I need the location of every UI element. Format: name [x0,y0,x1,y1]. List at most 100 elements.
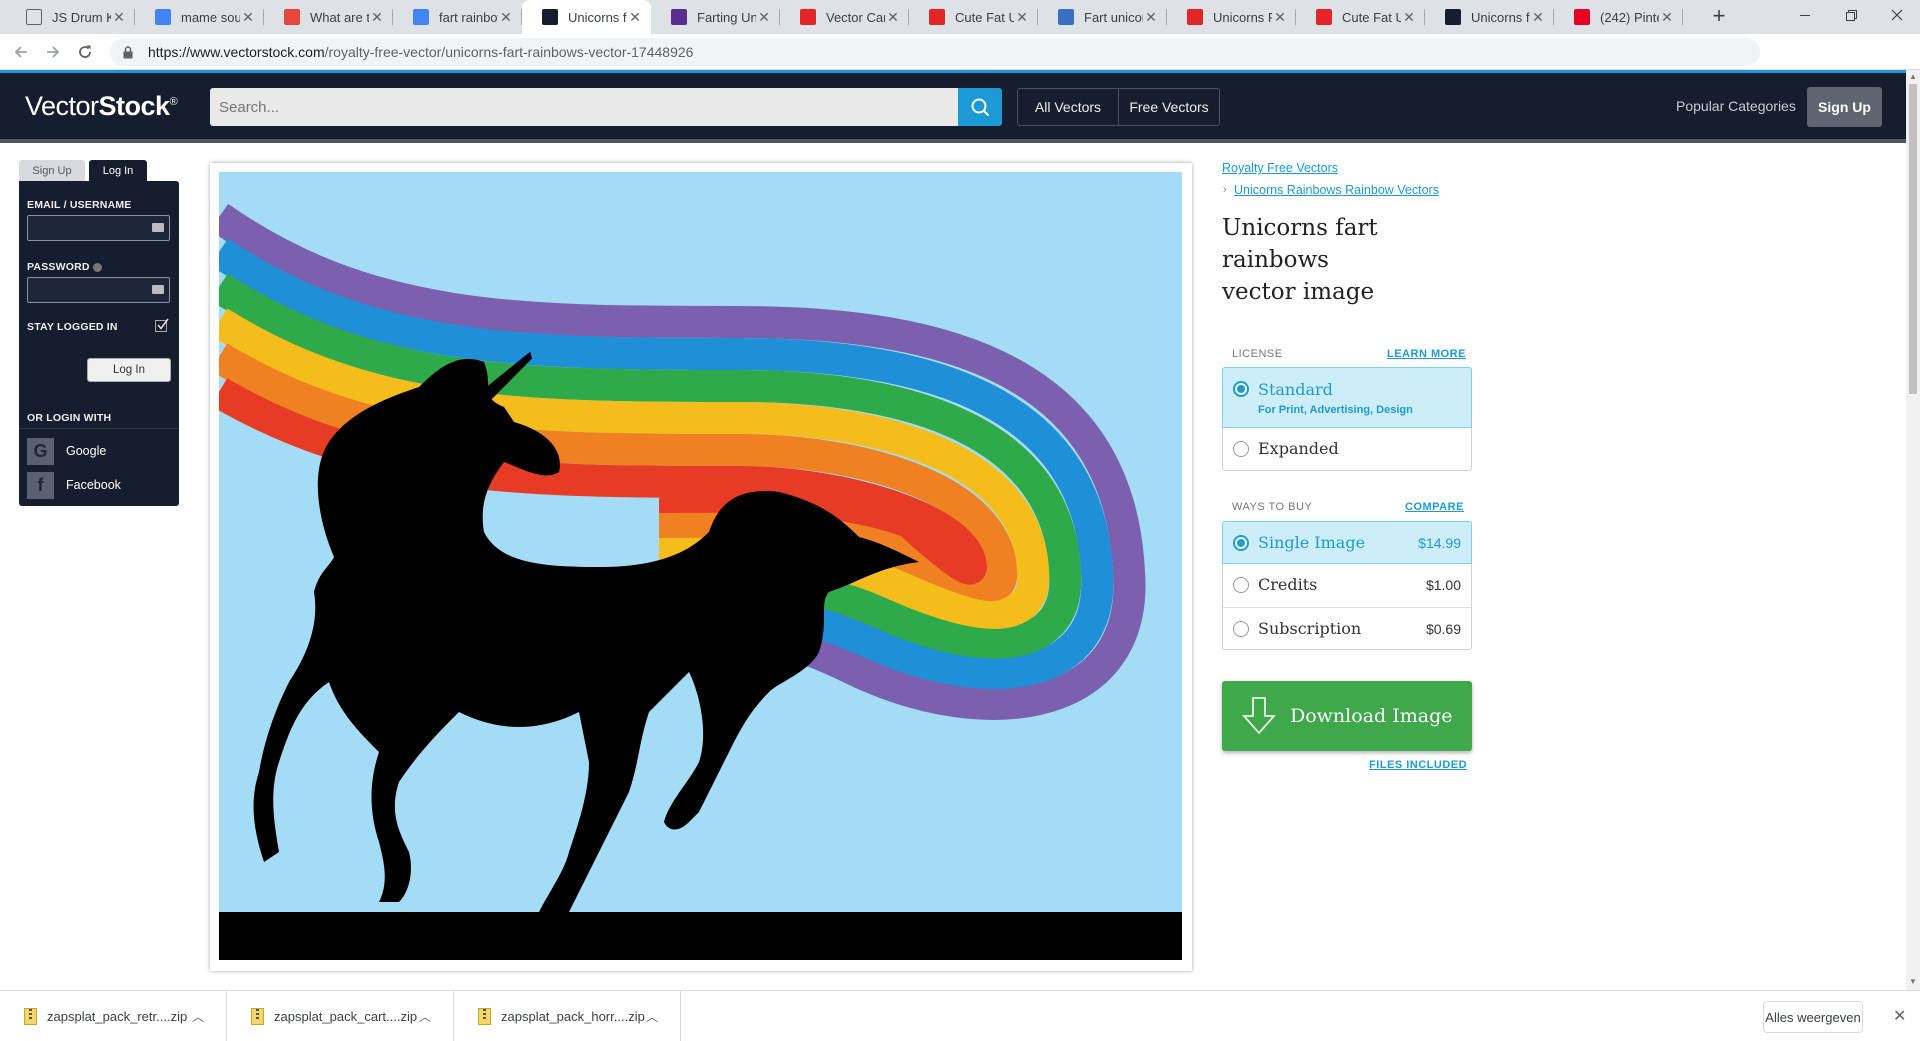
stay-logged-in-checkbox[interactable] [155,318,169,332]
password-manager-icon[interactable] [152,223,164,232]
password-manager-icon[interactable] [152,285,164,294]
download-item[interactable]: zapsplat_pack_horr....zip ︿ [454,991,681,1041]
close-tab-icon[interactable]: ✕ [1272,9,1288,25]
browser-tab[interactable]: Unicorns far✕ [522,0,651,34]
search-icon [971,98,990,117]
info-icon[interactable] [92,262,102,272]
browser-tab[interactable]: JS Drum Kit✕ [6,0,135,34]
title-line: rainbows [1222,247,1329,273]
title-line: Unicorns fart [1222,215,1378,241]
browser-tab[interactable]: What are the✕ [264,0,393,34]
email-label: EMAIL / USERNAME [27,199,132,211]
download-filename: zapsplat_pack_horr....zip [501,1008,645,1024]
chevron-up-icon[interactable]: ︿ [192,1008,204,1025]
close-tab-icon[interactable]: ✕ [885,9,901,25]
tab-title: Cute Fat Uni [955,9,1014,25]
close-tab-icon[interactable]: ✕ [1143,9,1159,25]
facebook-login-button[interactable]: f Facebook [27,471,121,499]
address-bar[interactable]: https://www.vectorstock.com/royalty-free… [110,38,1760,66]
close-tab-icon[interactable]: ✕ [756,9,772,25]
close-tab-icon[interactable]: ✕ [369,9,385,25]
browser-tab[interactable]: mame sound✕ [135,0,264,34]
divider [19,428,179,429]
scroll-thumb[interactable] [1909,84,1917,394]
window-close-button[interactable] [1874,0,1920,30]
close-tab-icon[interactable]: ✕ [627,9,643,25]
zip-file-icon [24,1007,37,1025]
browser-tab[interactable]: Fart unicorn✕ [1038,0,1167,34]
close-tab-icon[interactable]: ✕ [240,9,256,25]
email-field[interactable] [27,215,170,241]
download-image-button[interactable]: Download Image [1222,681,1472,751]
unicorn-rainbow-artwork[interactable] [219,172,1182,960]
or-login-with-label: OR LOGIN WITH [27,412,112,424]
download-item[interactable]: zapsplat_pack_cart....zip ︿ [227,991,454,1041]
back-button[interactable] [9,40,33,64]
new-tab-button[interactable]: + [1707,5,1731,29]
scroll-up-icon[interactable]: ▲ [1909,72,1917,81]
tab-title: fart rainbow [439,9,498,25]
close-tab-icon[interactable]: ✕ [498,9,514,25]
document-icon [26,9,42,25]
scroll-down-icon[interactable]: ▼ [1909,977,1917,986]
chevron-up-icon[interactable]: ︿ [646,1008,658,1025]
close-tab-icon[interactable]: ✕ [1401,9,1417,25]
login-tabs: Sign Up Log In [19,160,179,182]
google-login-button[interactable]: G Google [27,437,106,465]
tab-title: Unicorns fa [1471,9,1530,25]
download-label: Download Image [1290,705,1453,727]
license-expanded-option[interactable]: Expanded [1223,428,1471,470]
chevron-up-icon[interactable]: ︿ [419,1008,431,1025]
tab-login[interactable]: Log In [89,160,147,182]
browser-tab[interactable]: Cute Fat Uni✕ [1296,0,1425,34]
files-included-link[interactable]: FILES INCLUDED [1369,759,1467,771]
nav-free-vectors[interactable]: Free Vectors [1118,88,1220,126]
subscription-option[interactable]: Subscription $0.69 [1223,608,1471,650]
close-tab-icon[interactable]: ✕ [111,9,127,25]
header-bottom-line [0,139,1906,143]
browser-tab[interactable]: Farting Unic✕ [651,0,780,34]
lock-icon [120,45,136,59]
learn-more-link[interactable]: LEARN MORE [1387,348,1466,360]
search-button[interactable] [958,88,1002,126]
browser-tab[interactable]: Cute Fat Uni✕ [909,0,1038,34]
restore-button[interactable] [1828,0,1874,30]
breadcrumb-royalty-free[interactable]: Royalty Free Vectors [1222,161,1338,175]
close-tab-icon[interactable]: ✕ [1014,9,1030,25]
reload-button[interactable] [73,40,97,64]
close-icon[interactable]: ✕ [1893,1006,1906,1026]
browser-tab[interactable]: Unicorns fa✕ [1425,0,1554,34]
signup-button[interactable]: Sign Up [1807,87,1882,127]
close-tab-icon[interactable]: ✕ [1530,9,1546,25]
vectorstock-logo[interactable]: VectorStock® [25,91,178,122]
browser-tab[interactable]: fart rainbow✕ [393,0,522,34]
single-image-option[interactable]: Single Image $14.99 [1222,521,1472,564]
minimize-button[interactable] [1782,0,1828,30]
download-item[interactable]: zapsplat_pack_retr....zip ︿ [0,991,227,1041]
option-label: Credits [1258,575,1318,594]
forward-button[interactable] [41,40,65,64]
nav-all-vectors[interactable]: All Vectors [1017,88,1119,126]
breadcrumb-chevron-icon: › [1223,184,1227,196]
grammarly-icon [284,9,300,25]
tab-signup[interactable]: Sign Up [19,160,85,182]
license-standard-option[interactable]: Standard For Print, Advertising, Design [1222,367,1472,428]
download-arrow-icon [1236,696,1282,736]
dreamstime-icon [1316,9,1332,25]
search-input[interactable] [210,88,960,126]
option-label: Subscription [1258,619,1362,638]
password-field[interactable] [27,277,170,303]
popular-categories-link[interactable]: Popular Categories [1676,98,1796,114]
dreamstime-icon [929,9,945,25]
zip-file-icon [251,1007,264,1025]
show-all-downloads-button[interactable]: Alles weergeven [1763,1001,1863,1033]
browser-tab[interactable]: (242) Pinter✕ [1554,0,1683,34]
close-tab-icon[interactable]: ✕ [1659,9,1675,25]
credits-option[interactable]: Credits $1.00 [1223,564,1471,607]
compare-link[interactable]: COMPARE [1405,501,1464,513]
breadcrumb-category[interactable]: Unicorns Rainbows Rainbow Vectors [1234,183,1439,197]
page-scrollbar[interactable]: ▲ ▼ [1906,70,1920,990]
browser-tab[interactable]: Vector Carto✕ [780,0,909,34]
browser-tab[interactable]: Unicorns Far✕ [1167,0,1296,34]
login-button[interactable]: Log In [87,358,171,382]
